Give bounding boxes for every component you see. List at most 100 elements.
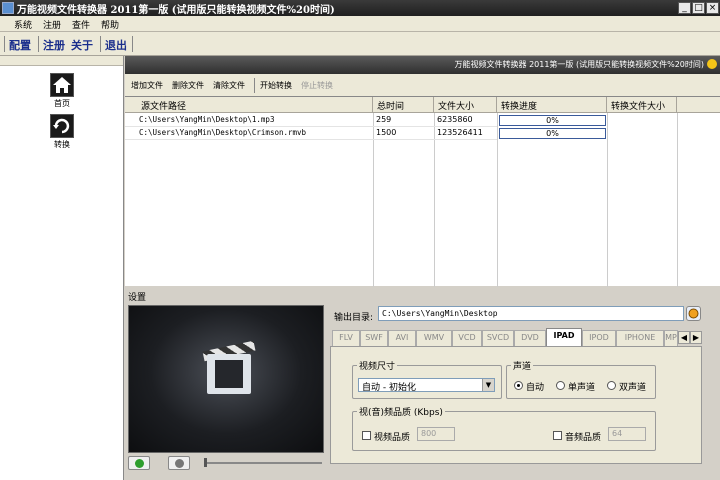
table-row-time: 1500 xyxy=(373,127,434,140)
add-file-button[interactable]: 增加文件 xyxy=(131,80,163,91)
column-divider xyxy=(607,113,608,287)
audio-channel-legend: 声道 xyxy=(513,362,532,372)
app-icon xyxy=(2,2,14,14)
film-icon xyxy=(207,354,251,394)
tab-wmv[interactable]: WMV xyxy=(416,330,452,346)
toolbar-divider xyxy=(4,36,5,52)
minimize-button[interactable]: _ xyxy=(678,2,691,14)
column-header-path[interactable]: 源文件路径 xyxy=(125,97,373,113)
about-button[interactable]: 关于 xyxy=(71,37,93,53)
toolbar-divider xyxy=(100,36,101,52)
menu-bar: 系统 注册 查件 帮助 xyxy=(0,16,720,32)
start-convert-button[interactable]: 开始转换 xyxy=(260,80,292,91)
left-nav-panel: 首页 转换 xyxy=(0,56,124,480)
tab-dvd[interactable]: DVD xyxy=(514,330,546,346)
file-table: 源文件路径 总时间 文件大小 转换进度 转换文件大小 C:\Users\Yang… xyxy=(125,96,720,287)
audio-channel-group: 声道 xyxy=(506,359,656,399)
radio-auto-label: 自动 xyxy=(526,383,545,393)
table-row-size: 123526411 xyxy=(434,127,497,140)
radio-stereo-label: 双声道 xyxy=(619,383,647,393)
toolbar-divider xyxy=(254,78,255,93)
toolbar-divider xyxy=(38,36,39,52)
stop-convert-button[interactable]: 停止转换 xyxy=(301,80,333,91)
tab-iphone[interactable]: IPHONE xyxy=(616,330,664,346)
tab-swf[interactable]: SWF xyxy=(360,330,388,346)
player-controls xyxy=(128,455,324,471)
audio-quality-label: 音频品质 xyxy=(565,433,602,443)
table-row-path[interactable]: C:\Users\YangMin\Desktop\Crimson.rmvb xyxy=(125,127,373,140)
quality-legend: 视(音)频品质 (Kbps) xyxy=(359,408,443,418)
stop-icon xyxy=(175,459,184,468)
dropdown-arrow-icon: ▼ xyxy=(482,379,494,391)
column-header-output-size[interactable]: 转换文件大小 xyxy=(607,97,677,113)
progress-bar: 0% xyxy=(499,115,606,126)
menu-register[interactable]: 注册 xyxy=(43,18,61,31)
maximize-button[interactable]: □ xyxy=(692,2,705,14)
banner: 万能视频文件转换器 2011第一版 (试用版只能转换视频文件%20时间) xyxy=(125,56,720,74)
audio-quality-input[interactable]: 64 xyxy=(608,427,646,441)
clear-files-button[interactable]: 清除文件 xyxy=(213,80,245,91)
column-divider xyxy=(677,113,678,287)
exit-button[interactable]: 退出 xyxy=(105,37,127,53)
tab-svcd[interactable]: SVCD xyxy=(482,330,514,346)
banner-text: 万能视频文件转换器 2011第一版 (试用版只能转换视频文件%20时间) xyxy=(454,60,704,69)
format-tabs: FLV SWF AVI WMV VCD SVCD DVD IPAD IPOD I… xyxy=(330,328,702,346)
radio-stereo[interactable] xyxy=(607,381,616,390)
lightbulb-icon xyxy=(707,59,717,69)
video-preview xyxy=(128,305,324,453)
table-row-time: 259 xyxy=(373,114,434,127)
column-divider xyxy=(497,113,498,287)
video-size-select[interactable]: 自动 - 初始化 ▼ xyxy=(358,378,495,393)
tab-flv[interactable]: FLV xyxy=(332,330,360,346)
menu-help[interactable]: 帮助 xyxy=(101,18,119,31)
video-quality-input[interactable]: 800 xyxy=(417,427,455,441)
column-header-progress[interactable]: 转换进度 xyxy=(497,97,607,113)
menu-system[interactable]: 系统 xyxy=(14,18,32,31)
toolbar-divider xyxy=(132,36,133,52)
home-button[interactable] xyxy=(50,73,74,97)
format-settings-panel: 视频尺寸 自动 - 初始化 ▼ 声道 自动 单声道 双声道 视(音)频品质 (K… xyxy=(330,346,702,464)
play-icon xyxy=(135,459,144,468)
convert-button[interactable] xyxy=(50,114,74,138)
tab-avi[interactable]: AVI xyxy=(388,330,416,346)
browse-folder-button[interactable] xyxy=(686,306,701,321)
radio-auto[interactable] xyxy=(514,381,523,390)
video-quality-label: 视频品质 xyxy=(374,433,411,443)
home-icon xyxy=(53,77,71,93)
settings-label: 设置 xyxy=(128,293,147,303)
audio-quality-checkbox[interactable] xyxy=(553,431,562,440)
video-size-legend: 视频尺寸 xyxy=(359,362,396,372)
tab-ipad[interactable]: IPAD xyxy=(546,328,582,346)
close-button[interactable]: × xyxy=(706,2,719,14)
config-button[interactable]: 配置 xyxy=(9,37,31,53)
radio-mono-label: 单声道 xyxy=(568,383,596,393)
stop-button[interactable] xyxy=(168,456,190,470)
column-header-size[interactable]: 文件大小 xyxy=(434,97,497,113)
left-panel-header xyxy=(0,56,123,66)
output-dir-field[interactable]: C:\Users\YangMin\Desktop xyxy=(378,306,684,321)
right-margin xyxy=(703,305,720,465)
video-quality-checkbox[interactable] xyxy=(362,431,371,440)
delete-file-button[interactable]: 删除文件 xyxy=(172,80,204,91)
nav-label-convert: 转换 xyxy=(54,140,70,149)
menu-check[interactable]: 查件 xyxy=(72,18,90,31)
video-size-value: 自动 - 初始化 xyxy=(362,383,416,393)
radio-mono[interactable] xyxy=(556,381,565,390)
tab-mp[interactable]: MP xyxy=(664,330,678,346)
refresh-icon xyxy=(53,118,70,134)
file-toolbar: 增加文件 删除文件 清除文件 开始转换 停止转换 xyxy=(125,74,720,96)
seek-handle[interactable] xyxy=(204,458,207,467)
column-header-time[interactable]: 总时间 xyxy=(373,97,434,113)
window-title: 万能视频文件转换器 2011第一版 (试用版只能转换视频文件%20时间) xyxy=(17,5,335,16)
nav-label-home: 首页 xyxy=(54,99,70,108)
register-button[interactable]: 注册 xyxy=(43,37,65,53)
tab-vcd[interactable]: VCD xyxy=(452,330,482,346)
play-button[interactable] xyxy=(128,456,150,470)
tab-scroll-left[interactable]: ◀ xyxy=(678,331,690,344)
seek-slider[interactable] xyxy=(204,462,322,464)
tab-ipod[interactable]: IPOD xyxy=(582,330,616,346)
tab-scroll-right[interactable]: ▶ xyxy=(690,331,702,344)
table-row-path[interactable]: C:\Users\YangMin\Desktop\1.mp3 xyxy=(125,114,373,127)
table-row-size: 6235860 xyxy=(434,114,497,127)
progress-bar: 0% xyxy=(499,128,606,139)
